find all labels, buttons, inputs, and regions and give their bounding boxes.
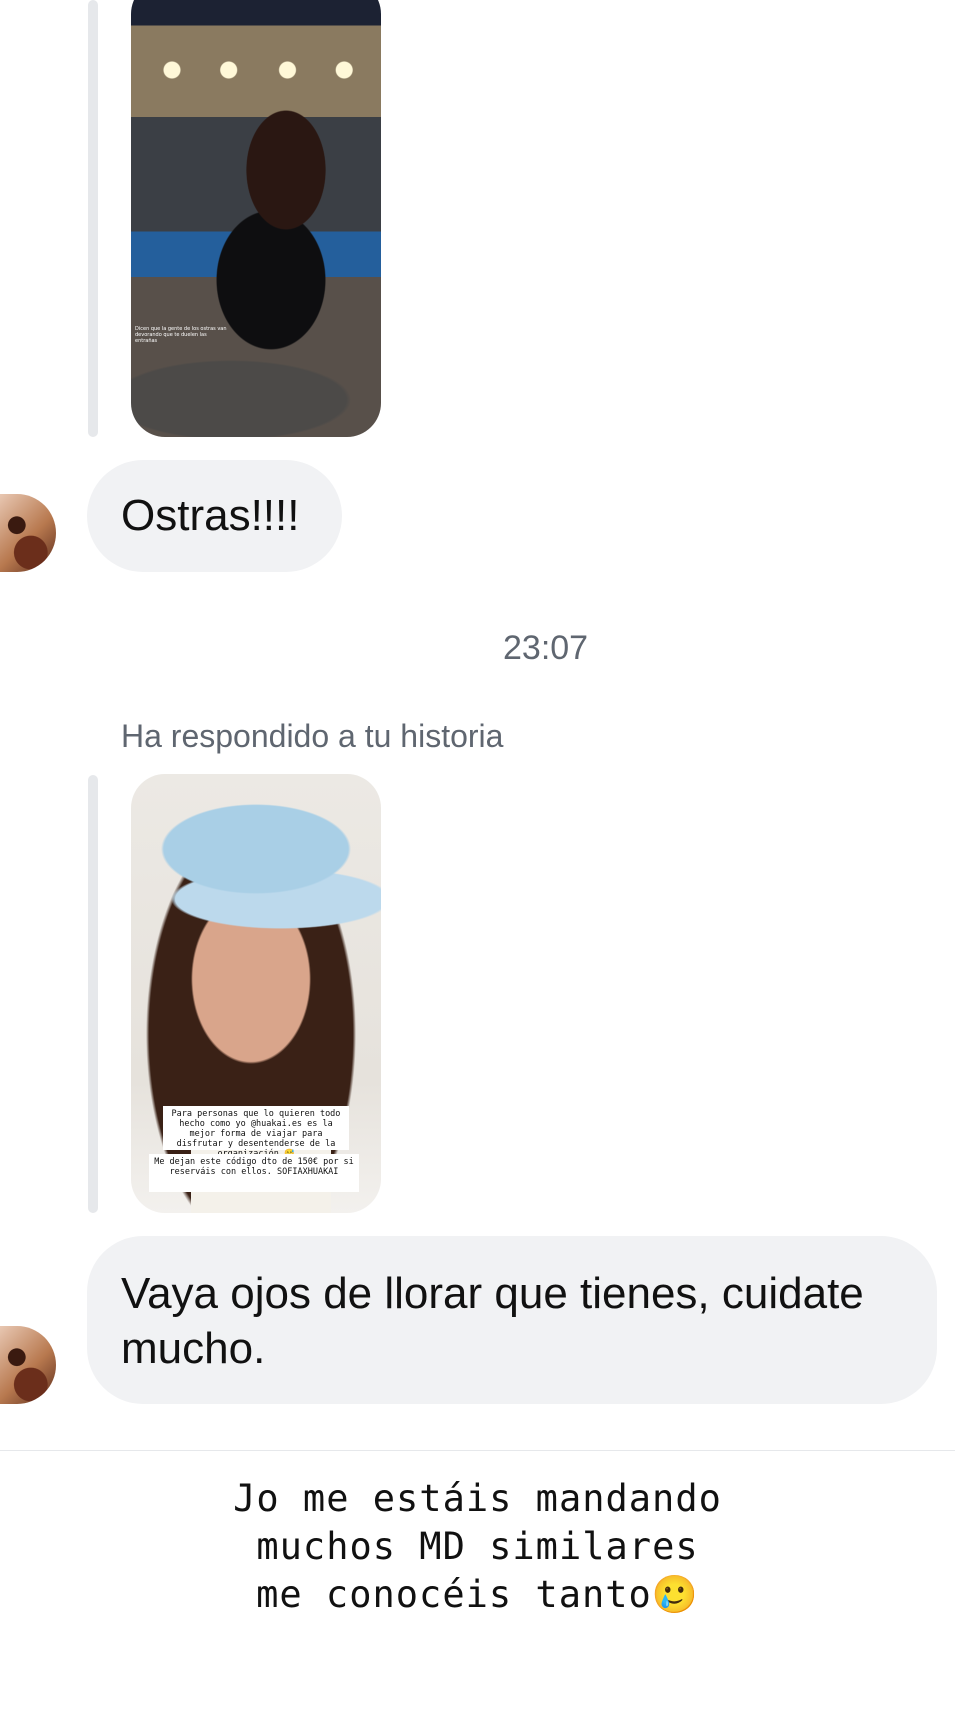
message-text: Vaya ojos de llorar que tienes, cuidate … [121, 1269, 864, 1373]
message-bubble[interactable]: Ostras!!!! [87, 460, 342, 572]
divider [0, 1450, 955, 1451]
story-thumbnail-oysters[interactable]: Dicen que la gente de los ostras van dev… [131, 0, 381, 437]
timestamp: 23:07 [503, 629, 589, 667]
ceiling-lights [151, 60, 361, 80]
story-quote-bar [88, 775, 98, 1213]
story-caption-bottom: Me dejan este código dto de 150€ por si … [149, 1154, 359, 1192]
caption-line: Jo me estáis mandando [233, 1477, 722, 1520]
overlay-caption: Jo me estáis mandando muchos MD similare… [0, 1475, 955, 1619]
caption-line: muchos MD similares [256, 1525, 699, 1568]
message-text: Ostras!!!! [121, 491, 300, 540]
story-overlay-text: Dicen que la gente de los ostras van dev… [135, 326, 227, 344]
reply-context-label: Ha respondido a tu historia [121, 718, 504, 754]
avatar[interactable] [0, 1326, 56, 1404]
story-thumbnail-cap[interactable]: Para personas que lo quieren todo hecho … [131, 774, 381, 1213]
caption-line: me conocéis tanto🥲 [256, 1573, 699, 1616]
avatar[interactable] [0, 494, 56, 572]
message-bubble[interactable]: Vaya ojos de llorar que tienes, cuidate … [87, 1236, 937, 1404]
story-caption-top: Para personas que lo quieren todo hecho … [163, 1106, 349, 1159]
story-quote-bar [88, 0, 98, 437]
